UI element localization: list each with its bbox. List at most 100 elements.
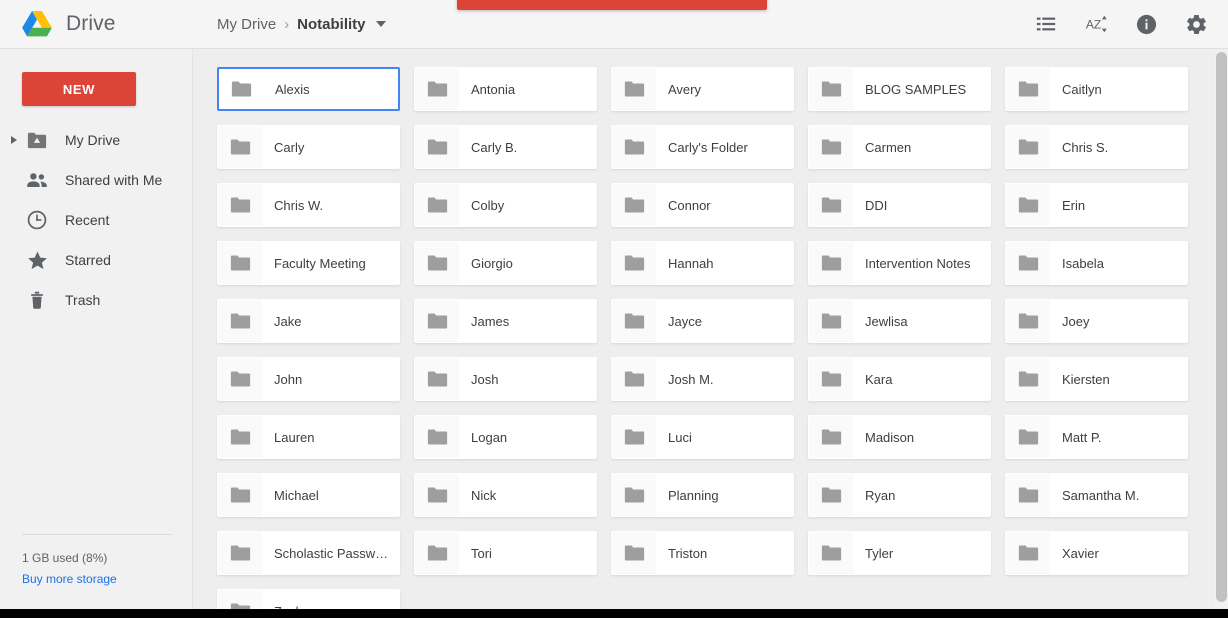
sidebar-nav: My Drive Shared with Me Recent Starred T… xyxy=(0,120,192,320)
folder-tile[interactable]: Planning xyxy=(611,473,794,517)
sidebar-item-my-drive[interactable]: My Drive xyxy=(0,120,192,160)
folder-name: Chris S. xyxy=(1062,139,1109,155)
sidebar-item-trash[interactable]: Trash xyxy=(0,280,192,320)
folder-tile[interactable]: Jewlisa xyxy=(808,299,991,343)
folder-tile[interactable]: Triston xyxy=(611,531,794,575)
folder-icon xyxy=(1006,300,1050,342)
folder-tile[interactable]: Kara xyxy=(808,357,991,401)
breadcrumb-current-folder[interactable]: Notability xyxy=(297,16,365,33)
folder-tile[interactable]: Carmen xyxy=(808,125,991,169)
folder-icon xyxy=(612,184,656,226)
folder-icon xyxy=(1006,474,1050,516)
folder-tile[interactable]: Logan xyxy=(414,415,597,459)
folder-name: Caitlyn xyxy=(1062,81,1102,97)
folder-tile[interactable]: Erin xyxy=(1005,183,1188,227)
vertical-scrollbar[interactable] xyxy=(1215,50,1228,608)
folder-tile[interactable]: Carly xyxy=(217,125,400,169)
folder-icon xyxy=(415,242,459,284)
sort-az-icon[interactable]: AZ xyxy=(1084,12,1108,36)
folder-name: Xavier xyxy=(1062,545,1099,561)
trash-icon xyxy=(24,287,50,313)
folder-name: Madison xyxy=(865,429,915,445)
folder-tile[interactable]: Tori xyxy=(414,531,597,575)
folder-icon xyxy=(1006,416,1050,458)
folder-icon xyxy=(219,69,263,109)
folder-tile[interactable]: Josh M. xyxy=(611,357,794,401)
folder-tile[interactable]: Giorgio xyxy=(414,241,597,285)
folder-tile[interactable]: Tyler xyxy=(808,531,991,575)
folder-tile[interactable]: Avery xyxy=(611,67,794,111)
new-button[interactable]: NEW xyxy=(22,72,136,106)
folder-tile[interactable]: Madison xyxy=(808,415,991,459)
folder-name: Kara xyxy=(865,371,893,387)
folder-tile[interactable]: James xyxy=(414,299,597,343)
folder-icon xyxy=(809,300,853,342)
expand-triangle-icon[interactable] xyxy=(6,132,22,148)
folder-tile[interactable]: Jayce xyxy=(611,299,794,343)
folder-tile[interactable]: Carly's Folder xyxy=(611,125,794,169)
folder-name: Michael xyxy=(274,487,319,503)
folder-tile[interactable]: Kiersten xyxy=(1005,357,1188,401)
folder-tile[interactable]: Scholastic Passw… xyxy=(217,531,400,575)
folder-tile[interactable]: Hannah xyxy=(611,241,794,285)
folder-tile[interactable]: Luci xyxy=(611,415,794,459)
folder-icon xyxy=(809,474,853,516)
folder-icon xyxy=(415,184,459,226)
folder-name: Antonia xyxy=(471,81,516,97)
storage-used-text: 1 GB used (8%) xyxy=(22,551,108,565)
folder-icon xyxy=(612,126,656,168)
folder-tile[interactable]: Caitlyn xyxy=(1005,67,1188,111)
folder-tile[interactable]: Colby xyxy=(414,183,597,227)
drive-app: Drive My Drive › Notability AZ NEW My Dr… xyxy=(0,0,1228,618)
list-view-icon[interactable] xyxy=(1034,12,1058,36)
folder-tile[interactable]: Alexis xyxy=(217,67,400,111)
sidebar-item-starred[interactable]: Starred xyxy=(0,240,192,280)
folder-tile[interactable]: Ryan xyxy=(808,473,991,517)
folder-name: Jayce xyxy=(668,313,702,329)
folder-tile[interactable]: Samantha M. xyxy=(1005,473,1188,517)
folder-tile[interactable]: Intervention Notes xyxy=(808,241,991,285)
folder-icon xyxy=(1006,242,1050,284)
breadcrumb-my-drive[interactable]: My Drive xyxy=(217,16,276,33)
folder-tile[interactable]: John xyxy=(217,357,400,401)
clock-icon xyxy=(24,207,50,233)
chevron-down-icon[interactable] xyxy=(375,21,386,27)
info-icon[interactable] xyxy=(1134,12,1158,36)
folder-tile[interactable]: Faculty Meeting xyxy=(217,241,400,285)
folder-tile[interactable]: Josh xyxy=(414,357,597,401)
folder-name: Hannah xyxy=(668,255,714,271)
folder-name: Tori xyxy=(471,545,492,561)
scrollbar-thumb[interactable] xyxy=(1216,52,1227,602)
folder-tile[interactable]: Connor xyxy=(611,183,794,227)
gear-icon[interactable] xyxy=(1184,12,1208,36)
folder-tile[interactable]: Lauren xyxy=(217,415,400,459)
folder-name: Planning xyxy=(668,487,719,503)
folder-name: Luci xyxy=(668,429,692,445)
sidebar-item-shared-with-me[interactable]: Shared with Me xyxy=(0,160,192,200)
folder-tile[interactable]: Xavier xyxy=(1005,531,1188,575)
folder-icon xyxy=(415,532,459,574)
sidebar-item-recent[interactable]: Recent xyxy=(0,200,192,240)
folder-tile[interactable]: Isabela xyxy=(1005,241,1188,285)
folder-tile[interactable]: Matt P. xyxy=(1005,415,1188,459)
folder-tile[interactable]: Chris S. xyxy=(1005,125,1188,169)
notification-toast xyxy=(457,0,767,10)
folder-icon xyxy=(612,416,656,458)
folder-tile[interactable]: BLOG SAMPLES xyxy=(808,67,991,111)
brand[interactable]: Drive xyxy=(0,11,193,37)
header-actions: AZ xyxy=(1034,12,1228,36)
folder-tile[interactable]: Joey xyxy=(1005,299,1188,343)
folder-tile[interactable]: Nick xyxy=(414,473,597,517)
folder-tile[interactable]: DDI xyxy=(808,183,991,227)
folder-tile[interactable]: Antonia xyxy=(414,67,597,111)
folder-name: Carly's Folder xyxy=(668,139,748,155)
folder-name: Kiersten xyxy=(1062,371,1110,387)
star-icon xyxy=(24,247,50,273)
folder-tile[interactable]: Michael xyxy=(217,473,400,517)
buy-more-storage-link[interactable]: Buy more storage xyxy=(22,572,117,586)
sidebar: NEW My Drive Shared with Me Recent Starr… xyxy=(0,49,193,618)
folder-tile[interactable]: Carly B. xyxy=(414,125,597,169)
folder-name: Scholastic Passw… xyxy=(274,545,389,561)
folder-tile[interactable]: Chris W. xyxy=(217,183,400,227)
folder-tile[interactable]: Jake xyxy=(217,299,400,343)
